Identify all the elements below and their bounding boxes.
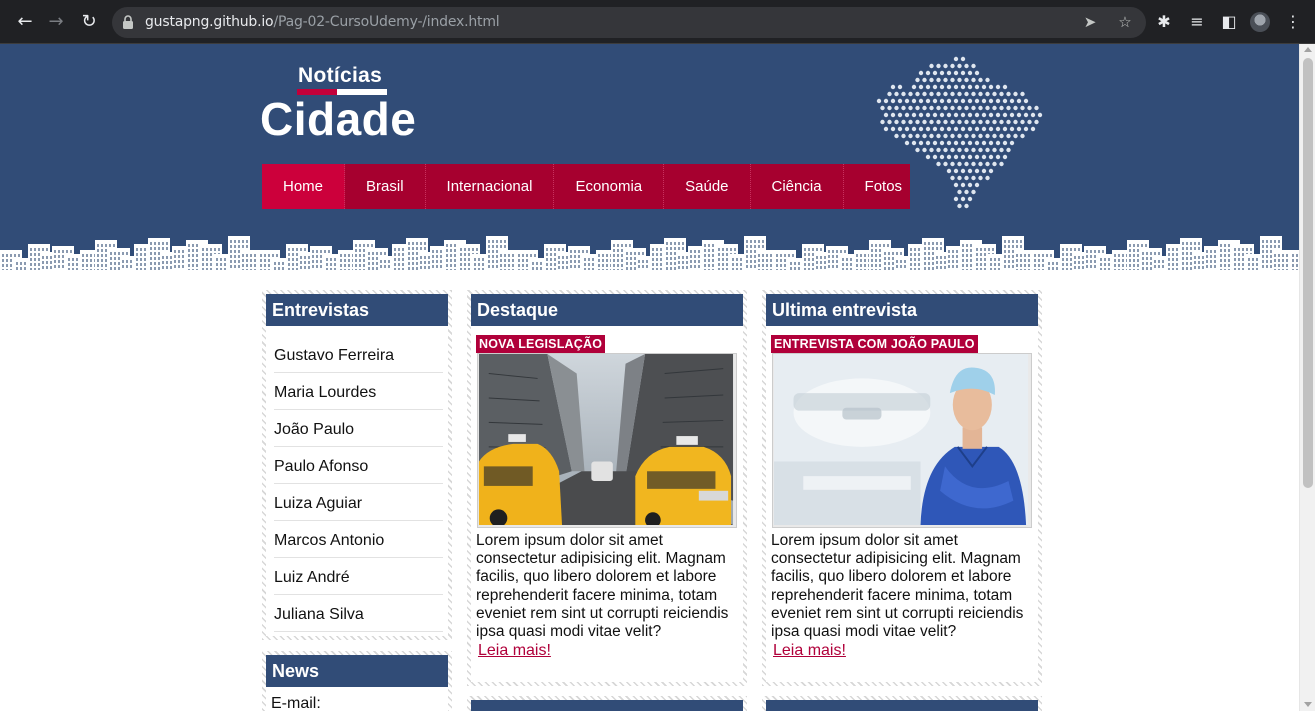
- forward-icon[interactable]: →: [45, 11, 67, 33]
- destaque-tag: NOVA LEGISLAÇÃO: [476, 335, 606, 353]
- destaque-image[interactable]: [477, 353, 737, 528]
- destaque-box: Destaque NOVA LEGISLAÇÃO Lorem ipsum dol…: [467, 290, 747, 686]
- news-email-label: E-mail:: [271, 695, 321, 711]
- entrevista-item[interactable]: Luiza Aguiar: [274, 484, 443, 521]
- media-control-icon[interactable]: ≡: [1186, 11, 1208, 33]
- send-icon[interactable]: ➤: [1080, 12, 1100, 32]
- destaque-title: Destaque: [471, 294, 743, 326]
- lock-icon: [123, 15, 133, 29]
- menu-item-fotos[interactable]: Fotos: [844, 164, 924, 209]
- entrevista-item[interactable]: Gustavo Ferreira: [274, 336, 443, 373]
- menu-item-saúde[interactable]: Saúde: [664, 164, 751, 209]
- star-icon[interactable]: ☆: [1115, 12, 1135, 32]
- extensions-icon[interactable]: ✱: [1153, 11, 1175, 33]
- news-title: News: [266, 655, 448, 687]
- logo-noticias[interactable]: Notícias: [298, 64, 382, 88]
- menu-item-home[interactable]: Home: [262, 164, 346, 209]
- back-icon[interactable]: ←: [14, 11, 36, 33]
- ultima-entrevista-box: Ultima entrevista ENTREVISTA COM JOÃO PA…: [762, 290, 1042, 686]
- scroll-down-icon[interactable]: [1304, 702, 1312, 707]
- destaque-text: Lorem ipsum dolor sit amet consectetur a…: [476, 532, 729, 641]
- city-skyline-decoration: [0, 236, 1299, 274]
- entrevista-item[interactable]: Luiz André: [274, 558, 443, 595]
- menu-item-internacional[interactable]: Internacional: [426, 164, 555, 209]
- menu-item-ciência[interactable]: Ciência: [751, 164, 844, 209]
- side-panel-icon[interactable]: ◧: [1218, 11, 1240, 33]
- site-header: Notícias Cidade Home Brasil Internacional E…: [0, 44, 1299, 274]
- menu-kebab-icon[interactable]: ⋮: [1282, 11, 1304, 33]
- doctor-image: [773, 354, 1029, 525]
- menu-item-economia[interactable]: Economia: [554, 164, 665, 209]
- ultima-entrevista-read-more-link[interactable]: Leia mais!: [773, 642, 846, 660]
- entrevista-item[interactable]: Maria Lourdes: [274, 373, 443, 410]
- logo-cidade[interactable]: Cidade: [260, 92, 416, 146]
- vertical-scrollbar[interactable]: [1299, 44, 1315, 711]
- entrevista-item[interactable]: Paulo Afonso: [274, 447, 443, 484]
- news-box: News E-mail:: [262, 651, 452, 711]
- ultima-entrevista-title: Ultima entrevista: [766, 294, 1038, 326]
- entrevista-item[interactable]: Marcos Antonio: [274, 521, 443, 558]
- scrollbar-thumb[interactable]: [1303, 58, 1313, 488]
- destaque-read-more-link[interactable]: Leia mais!: [478, 642, 551, 660]
- bottom-center-title: [471, 700, 743, 711]
- entrevista-item[interactable]: Juliana Silva: [274, 595, 443, 632]
- page-viewport: Notícias Cidade Home Brasil Internacional E…: [0, 44, 1299, 711]
- address-bar[interactable]: gustapng.github.io/Pag-02-CursoUdemy-/in…: [112, 7, 1146, 38]
- ultima-entrevista-tag: ENTREVISTA COM JOÃO PAULO: [771, 335, 978, 353]
- entrevistas-list: Gustavo Ferreira Maria Lourdes João Paulo P…: [266, 326, 448, 632]
- profile-avatar[interactable]: [1250, 12, 1270, 32]
- menu-item-brasil[interactable]: Brasil: [345, 164, 426, 209]
- bottom-right-title: [766, 700, 1038, 711]
- reload-icon[interactable]: ↻: [78, 11, 100, 33]
- main-menu: Home Brasil Internacional Economia Saúde Ciên…: [262, 164, 910, 209]
- bottom-right-box: [762, 696, 1042, 711]
- bottom-center-box: [467, 696, 747, 711]
- ultima-entrevista-text: Lorem ipsum dolor sit amet consectetur a…: [771, 532, 1024, 641]
- ultima-entrevista-image[interactable]: [772, 353, 1032, 528]
- scroll-up-icon[interactable]: [1304, 47, 1312, 52]
- entrevistas-box: Entrevistas Gustavo Ferreira Maria Lourde…: [262, 290, 452, 640]
- url-text: gustapng.github.io/Pag-02-CursoUdemy-/in…: [145, 14, 500, 30]
- taxi-street-image: [478, 354, 734, 527]
- entrevistas-title: Entrevistas: [266, 294, 448, 326]
- browser-toolbar: ← → ↻ gustapng.github.io/Pag-02-CursoUde…: [0, 0, 1315, 44]
- entrevista-item[interactable]: João Paulo: [274, 410, 443, 447]
